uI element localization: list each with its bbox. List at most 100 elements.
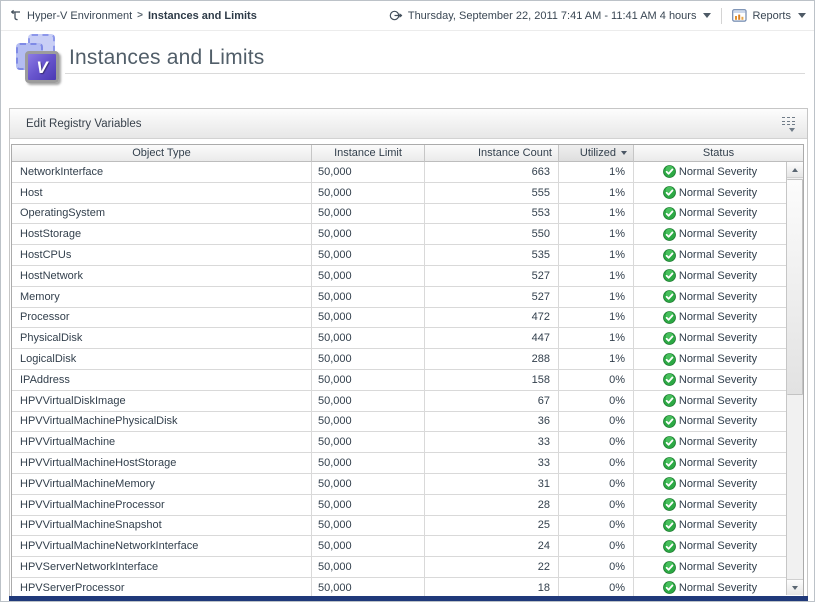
column-header-utilized[interactable]: Utilized [559, 145, 634, 162]
instances-table: Object Type Instance Limit Instance Coun… [11, 144, 804, 601]
status-cell: Normal Severity [634, 183, 786, 203]
instance-limit-cell: 50,000 [312, 578, 425, 598]
normal-severity-icon [663, 394, 676, 407]
sort-descending-icon [621, 151, 627, 155]
normal-severity-icon [663, 249, 676, 262]
time-range-selector[interactable]: Thursday, September 22, 2011 7:41 AM - 1… [408, 10, 697, 22]
table-row[interactable]: NetworkInterface 50,000 663 1% Normal Se… [12, 162, 786, 183]
utilized-cell: 1% [559, 183, 634, 203]
edit-registry-variables-panel: Edit Registry Variables Object Type Inst… [9, 108, 808, 601]
table-row[interactable]: HPVVirtualMachineHostStorage 50,000 33 0… [12, 453, 786, 474]
table-row[interactable]: HPVServerNetworkInterface 50,000 22 0% N… [12, 557, 786, 578]
instance-count-cell: 553 [425, 204, 559, 224]
breadcrumb: Hyper-V Environment > Instances and Limi… [9, 9, 257, 22]
table-row[interactable]: HPVVirtualDiskImage 50,000 67 0% Normal … [12, 391, 786, 412]
normal-severity-icon [663, 228, 676, 241]
table-row[interactable]: HPVVirtualMachineProcessor 50,000 28 0% … [12, 495, 786, 516]
utilized-cell: 1% [559, 204, 634, 224]
utilized-cell: 0% [559, 536, 634, 556]
normal-severity-icon [663, 540, 676, 553]
time-range-caret-icon[interactable] [703, 13, 711, 18]
vertical-scrollbar[interactable] [786, 162, 803, 595]
table-row[interactable]: OperatingSystem 50,000 553 1% Normal Sev… [12, 204, 786, 225]
status-cell: Normal Severity [634, 224, 786, 244]
instance-limit-cell: 50,000 [312, 245, 425, 265]
column-header-instance-limit[interactable]: Instance Limit [312, 145, 425, 162]
instance-limit-cell: 50,000 [312, 536, 425, 556]
table-row[interactable]: HPVVirtualMachinePhysicalDisk 50,000 36 … [12, 412, 786, 433]
reports-menu[interactable]: Reports [752, 10, 791, 22]
table-row[interactable]: HostCPUs 50,000 535 1% Normal Severity [12, 245, 786, 266]
utilized-cell: 1% [559, 224, 634, 244]
instance-count-cell: 527 [425, 287, 559, 307]
status-cell: Normal Severity [634, 474, 786, 494]
column-header-object-type[interactable]: Object Type [12, 145, 312, 162]
instance-count-cell: 158 [425, 370, 559, 390]
instance-count-cell: 22 [425, 557, 559, 577]
object-type-cell: HPVVirtualMachineMemory [12, 474, 312, 494]
normal-severity-icon [663, 373, 676, 386]
status-cell: Normal Severity [634, 557, 786, 577]
panel-customizer-icon[interactable] [782, 115, 795, 131]
table-row[interactable]: Processor 50,000 472 1% Normal Severity [12, 308, 786, 329]
instance-limit-cell: 50,000 [312, 370, 425, 390]
normal-severity-icon [663, 581, 676, 594]
table-row[interactable]: HostStorage 50,000 550 1% Normal Severit… [12, 224, 786, 245]
table-row[interactable]: Memory 50,000 527 1% Normal Severity [12, 287, 786, 308]
object-type-cell: HPVVirtualMachine [12, 432, 312, 452]
utilized-cell: 1% [559, 328, 634, 348]
table-row[interactable]: IPAddress 50,000 158 0% Normal Severity [12, 370, 786, 391]
normal-severity-icon [663, 290, 676, 303]
utilized-cell: 1% [559, 287, 634, 307]
status-cell: Normal Severity [634, 204, 786, 224]
scroll-up-button[interactable] [787, 162, 803, 178]
status-cell: Normal Severity [634, 162, 786, 182]
instance-limit-cell: 50,000 [312, 495, 425, 515]
instance-limit-cell: 50,000 [312, 557, 425, 577]
instance-count-cell: 31 [425, 474, 559, 494]
instance-count-cell: 18 [425, 578, 559, 598]
instance-limit-cell: 50,000 [312, 287, 425, 307]
utilized-cell: 0% [559, 412, 634, 432]
table-row[interactable]: Host 50,000 555 1% Normal Severity [12, 183, 786, 204]
reports-icon [732, 9, 747, 22]
table-row[interactable]: HPVVirtualMachineNetworkInterface 50,000… [12, 536, 786, 557]
column-header-status[interactable]: Status [634, 145, 803, 162]
normal-severity-icon [663, 415, 676, 428]
instance-count-cell: 33 [425, 432, 559, 452]
table-row[interactable]: LogicalDisk 50,000 288 1% Normal Severit… [12, 349, 786, 370]
object-type-cell: HPVVirtualMachineSnapshot [12, 516, 312, 536]
status-cell: Normal Severity [634, 266, 786, 286]
reports-caret-icon[interactable] [798, 13, 806, 18]
instance-count-cell: 67 [425, 391, 559, 411]
status-cell: Normal Severity [634, 328, 786, 348]
table-row[interactable]: HPVVirtualMachine 50,000 33 0% Normal Se… [12, 432, 786, 453]
object-type-cell: HPVServerNetworkInterface [12, 557, 312, 577]
table-row[interactable]: HPVVirtualMachineMemory 50,000 31 0% Nor… [12, 474, 786, 495]
up-level-icon[interactable] [9, 9, 22, 22]
object-type-cell: OperatingSystem [12, 204, 312, 224]
object-type-cell: HPVVirtualMachineHostStorage [12, 453, 312, 473]
normal-severity-icon [663, 353, 676, 366]
object-type-cell: HostNetwork [12, 266, 312, 286]
instance-count-cell: 36 [425, 412, 559, 432]
table-header-row: Object Type Instance Limit Instance Coun… [12, 145, 803, 162]
utilized-cell: 0% [559, 453, 634, 473]
status-cell: Normal Severity [634, 391, 786, 411]
utilized-cell: 0% [559, 495, 634, 515]
table-row[interactable]: HPVVirtualMachineSnapshot 50,000 25 0% N… [12, 516, 786, 537]
status-cell: Normal Severity [634, 287, 786, 307]
normal-severity-icon [663, 186, 676, 199]
scroll-down-button[interactable] [787, 579, 803, 595]
normal-severity-icon [663, 207, 676, 220]
instance-limit-cell: 50,000 [312, 412, 425, 432]
table-row[interactable]: HostNetwork 50,000 527 1% Normal Severit… [12, 266, 786, 287]
scrollbar-thumb[interactable] [787, 179, 803, 395]
status-cell: Normal Severity [634, 308, 786, 328]
breadcrumb-parent[interactable]: Hyper-V Environment [27, 10, 132, 22]
table-row[interactable]: PhysicalDisk 50,000 447 1% Normal Severi… [12, 328, 786, 349]
object-type-cell: HostStorage [12, 224, 312, 244]
column-header-instance-count[interactable]: Instance Count [425, 145, 559, 162]
object-type-cell: Processor [12, 308, 312, 328]
instance-count-cell: 472 [425, 308, 559, 328]
